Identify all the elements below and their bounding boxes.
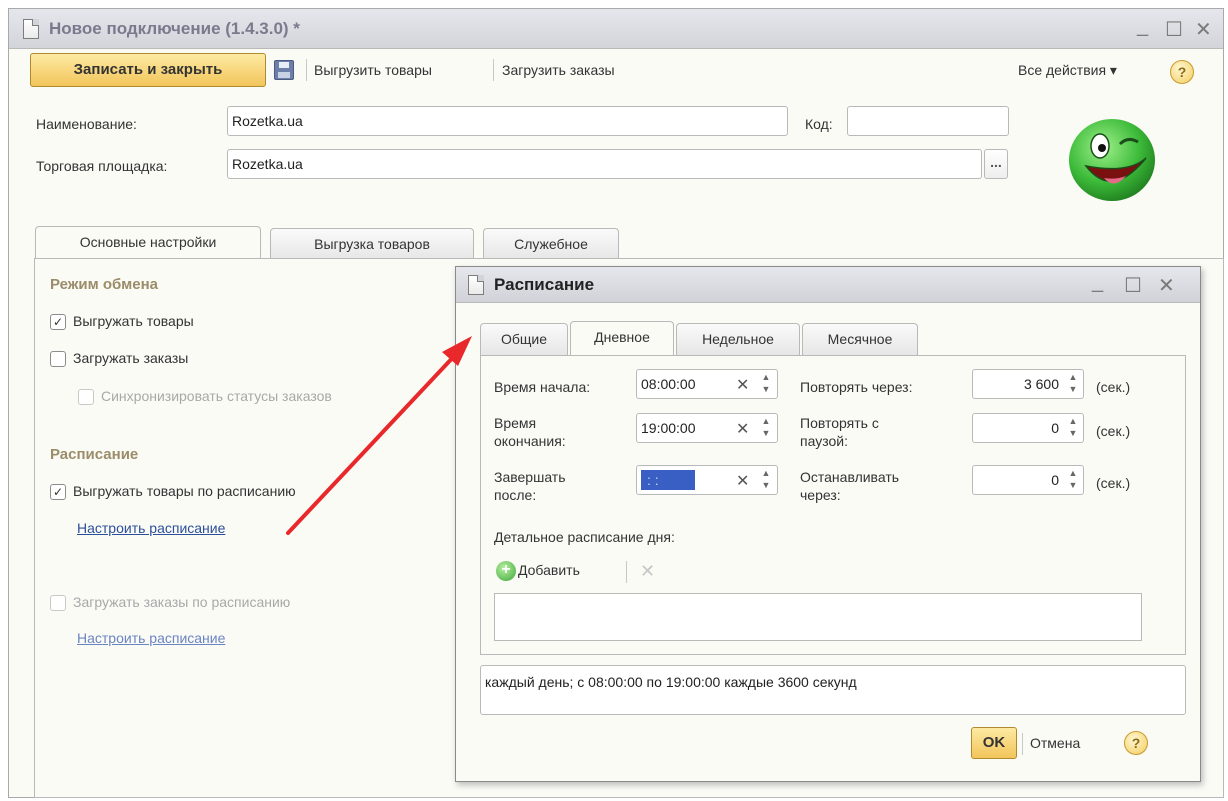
end-time-input[interactable]: 19:00:00 [636,413,778,443]
import-orders-checkbox[interactable] [50,351,66,367]
repeat-every-unit: (сек.) [1096,379,1131,395]
add-button[interactable]: + Добавить [496,559,616,583]
end-time-label-1: Время [494,415,537,431]
delete-icon[interactable]: ✕ [640,561,655,582]
toolbar-separator [306,59,307,81]
tab-monthly[interactable]: Месячное [802,323,918,355]
detail-schedule-label: Детальное расписание дня: [494,529,675,545]
stop-after-label-2: через: [800,487,841,503]
clear-start-time-icon[interactable]: ✕ [736,375,749,395]
start-time-input[interactable]: 08:00:00 [636,369,778,399]
tab-weekly[interactable]: Недельное [676,323,800,355]
finish-after-selection: : : [641,470,695,490]
import-orders-checkbox-label[interactable]: Загружать заказы [73,350,188,366]
minimize-button[interactable]: _ [1137,15,1148,38]
export-goods-button[interactable]: Выгрузить товары [314,62,432,78]
marketplace-input[interactable]: Rozetka.ua [227,149,982,179]
all-actions-menu[interactable]: Все действия ▾ [1018,62,1117,79]
clear-end-time-icon[interactable]: ✕ [736,419,749,439]
stop-after-label-1: Останавливать [800,469,900,485]
repeat-pause-spinner-icon[interactable]: ▲ ▼ [1066,415,1080,443]
detail-toolbar-separator [626,561,627,583]
finish-after-label-1: Завершать [494,469,566,485]
document-icon [468,275,484,295]
code-label: Код: [805,116,833,132]
export-goods-checkbox-label[interactable]: Выгружать товары [73,313,194,329]
repeat-pause-label-2: паузой: [800,433,848,449]
export-by-schedule-checkbox[interactable]: ✓ [50,484,66,500]
cancel-button[interactable]: Отмена [1030,735,1080,751]
end-time-label-2: окончания: [494,433,566,449]
code-input[interactable] [847,106,1009,136]
dialog-minimize-button[interactable]: _ [1092,271,1103,294]
smiley-logo-icon [1069,119,1155,201]
main-window-title: Новое подключение (1.4.3.0) * [49,19,300,38]
maximize-button[interactable]: ☐ [1165,17,1183,42]
configure-schedule-link[interactable]: Настроить расписание [77,520,225,536]
close-button[interactable]: ✕ [1195,17,1212,42]
main-title-bar: Новое подключение (1.4.3.0) * _ ☐ ✕ [9,9,1223,49]
marketplace-label: Торговая площадка: [36,158,168,174]
toolbar-separator [493,59,494,81]
dialog-maximize-button[interactable]: ☐ [1124,273,1142,298]
help-icon[interactable]: ? [1170,60,1194,84]
import-orders-button[interactable]: Загрузить заказы [502,62,615,78]
tab-general[interactable]: Общие [480,323,568,355]
repeat-pause-unit: (сек.) [1096,423,1131,439]
repeat-every-spinner-icon[interactable]: ▲ ▼ [1066,371,1080,399]
end-time-spinner-icon[interactable]: ▲ ▼ [759,415,773,443]
export-goods-checkbox[interactable]: ✓ [50,314,66,330]
button-separator [1022,733,1023,755]
schedule-header: Расписание [50,446,139,463]
add-button-label: Добавить [518,562,580,578]
dialog-title-bar: Расписание _ ☐ ✕ [456,267,1200,303]
document-icon [23,19,39,39]
save-icon[interactable] [274,60,294,80]
exchange-mode-header: Режим обмена [50,276,158,293]
start-time-spinner-icon[interactable]: ▲ ▼ [759,371,773,399]
dialog-title: Расписание [494,275,595,294]
name-label: Наименование: [36,116,137,132]
repeat-every-label: Повторять через: [800,379,913,395]
stop-after-spinner-icon[interactable]: ▲ ▼ [1066,467,1080,495]
export-by-schedule-checkbox-label[interactable]: Выгружать товары по расписанию [73,483,296,499]
name-input[interactable]: Rozetka.ua [227,106,788,136]
import-by-schedule-checkbox-label: Загружать заказы по расписанию [73,594,291,610]
finish-after-spinner-icon[interactable]: ▲ ▼ [759,467,773,495]
schedule-dialog: Расписание _ ☐ ✕ Общие Дневное Недельное… [455,266,1201,782]
import-by-schedule-checkbox [50,595,66,611]
marketplace-select-button[interactable]: ... [984,149,1008,179]
ok-button[interactable]: OK [971,727,1017,759]
detail-schedule-table[interactable] [494,593,1142,641]
add-icon: + [496,561,516,581]
clear-finish-after-icon[interactable]: ✕ [736,471,749,491]
repeat-pause-label-1: Повторять с [800,415,879,431]
save-and-close-button[interactable]: Записать и закрыть [30,53,266,87]
sync-statuses-checkbox [78,389,94,405]
tab-daily[interactable]: Дневное [570,321,674,355]
configure-orders-schedule-link: Настроить расписание [77,630,226,646]
stop-after-unit: (сек.) [1096,475,1131,491]
dialog-help-icon[interactable]: ? [1124,731,1148,755]
finish-after-label-2: после: [494,487,537,503]
tab-main-settings[interactable]: Основные настройки [35,226,261,260]
dialog-close-button[interactable]: ✕ [1158,273,1175,298]
start-time-label: Время начала: [494,379,591,395]
tab-service[interactable]: Служебное [483,228,619,260]
tab-export-goods[interactable]: Выгрузка товаров [270,228,474,260]
schedule-summary: каждый день; с 08:00:00 по 19:00:00 кажд… [480,665,1186,715]
finish-after-input[interactable]: : : [636,465,778,495]
sync-statuses-checkbox-label: Синхронизировать статусы заказов [101,388,332,404]
